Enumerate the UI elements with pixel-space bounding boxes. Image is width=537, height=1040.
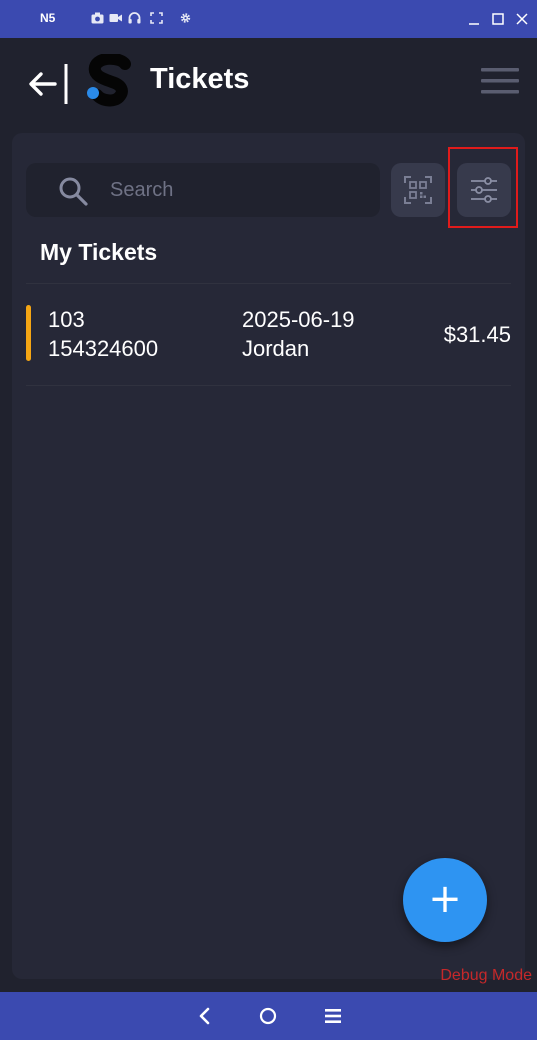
- maximize-icon[interactable]: [491, 12, 505, 26]
- divider: [26, 385, 511, 386]
- fullscreen-icon[interactable]: [150, 12, 163, 24]
- filter-sliders-icon: [471, 177, 497, 203]
- ticket-id: 103: [48, 307, 85, 332]
- back-arrow-icon[interactable]: [26, 62, 70, 106]
- search-input[interactable]: [110, 171, 360, 209]
- add-ticket-button[interactable]: +: [403, 858, 487, 942]
- ticket-number: 154324600: [48, 336, 159, 361]
- status-indicator: [26, 305, 31, 361]
- minimize-icon[interactable]: [467, 12, 481, 26]
- ticket-customer: Jordan: [242, 336, 310, 361]
- hamburger-menu-icon[interactable]: [481, 66, 519, 96]
- tickets-card: My Tickets 103 154324600 2025-06-19 Jord…: [12, 133, 525, 979]
- ticket-amount: $31.45: [443, 322, 511, 347]
- qr-scan-button[interactable]: [391, 163, 445, 217]
- app-header: Tickets: [0, 38, 537, 122]
- close-icon[interactable]: [515, 12, 529, 26]
- s-logo: [87, 54, 131, 107]
- headset-icon[interactable]: [128, 12, 141, 24]
- menu-nav-icon[interactable]: [322, 1005, 344, 1027]
- ticket-date: 2025-06-19: [242, 307, 355, 332]
- system-nav-bar: [0, 992, 537, 1040]
- back-nav-icon[interactable]: [194, 1005, 216, 1027]
- filter-button[interactable]: [457, 163, 511, 217]
- page-title: Tickets: [150, 63, 250, 95]
- device-name: N5: [40, 11, 56, 25]
- section-title: My Tickets: [40, 239, 158, 265]
- emulator-title-bar: N5: [0, 0, 537, 38]
- search-bar[interactable]: [26, 163, 380, 217]
- video-icon[interactable]: [109, 12, 122, 24]
- qr-scan-icon: [404, 176, 432, 204]
- ticket-row[interactable]: 103 154324600 2025-06-19 Jordan $31.45: [26, 295, 511, 373]
- search-icon: [59, 177, 88, 206]
- divider: [26, 283, 511, 284]
- debug-mode-label: Debug Mode: [440, 967, 532, 984]
- plus-icon: +: [428, 876, 462, 922]
- home-nav-icon[interactable]: [257, 1005, 279, 1027]
- settings-icon[interactable]: [179, 12, 192, 24]
- ticket-info-cell: 2025-06-19 Jordan: [242, 305, 355, 363]
- camera-icon[interactable]: [91, 12, 104, 24]
- ticket-id-cell: 103 154324600: [48, 305, 158, 363]
